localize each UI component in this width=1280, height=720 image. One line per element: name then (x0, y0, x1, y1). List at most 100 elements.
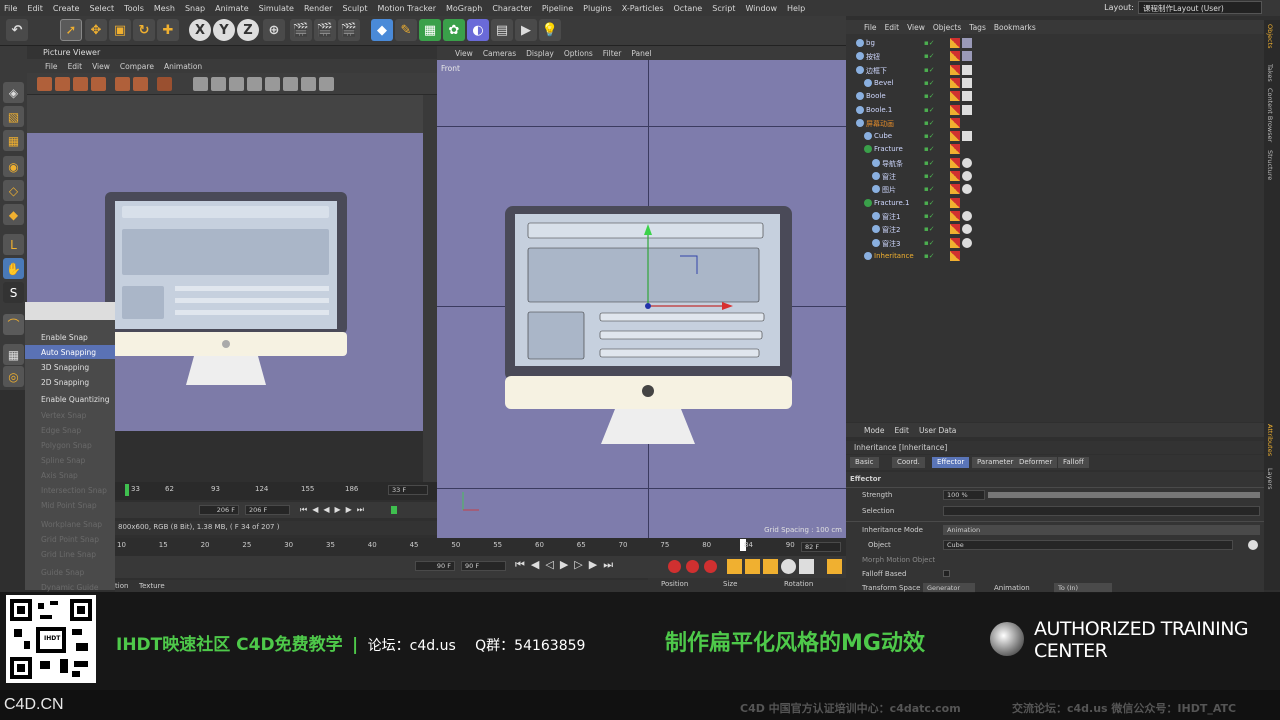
menu-item-file[interactable]: File (4, 4, 17, 13)
points-mode-icon[interactable]: ◉ (3, 156, 24, 177)
open-icon[interactable] (37, 77, 52, 91)
visibility-flags-icon[interactable]: ▪✓ (924, 172, 942, 181)
subdivision-icon[interactable]: ▦ (419, 19, 441, 41)
menu-item-mesh[interactable]: Mesh (154, 4, 175, 13)
texture-tag-icon[interactable] (950, 184, 960, 195)
texture-tag-icon[interactable] (950, 64, 960, 75)
object-link-field[interactable]: Cube (943, 540, 1233, 550)
texture-tag-icon[interactable] (950, 117, 960, 128)
viewport-menu-filter[interactable]: Filter (603, 49, 622, 58)
snap-option-enable-quantizing[interactable]: Enable Quantizing (25, 392, 115, 406)
visibility-flags-icon[interactable]: ▪✓ (924, 159, 942, 168)
object-row[interactable]: 窗注2 ▪✓ (846, 223, 1264, 236)
menu-item-mograph[interactable]: MoGraph (446, 4, 482, 13)
grid-icon[interactable] (229, 77, 244, 91)
deformer-icon[interactable]: ◐ (467, 19, 489, 41)
pv-menu-file[interactable]: File (45, 62, 58, 71)
snap-option-edge-snap[interactable]: Edge Snap (25, 423, 115, 437)
material-tag-icon[interactable] (962, 77, 972, 88)
om-menu-view[interactable]: View (907, 23, 925, 32)
menu-item-select[interactable]: Select (89, 4, 114, 13)
floor-icon[interactable]: ▤ (491, 19, 513, 41)
tweak-icon[interactable]: ✋ (3, 258, 24, 279)
object-row[interactable]: 窗注1 ▪✓ (846, 210, 1264, 223)
texture-tag-icon[interactable] (950, 131, 960, 142)
autokey-icon[interactable] (686, 560, 699, 573)
select-arrow-icon[interactable]: ➚ (60, 19, 82, 41)
object-row[interactable]: Cube ▪✓ (846, 130, 1264, 143)
red-channel-icon[interactable] (265, 77, 280, 91)
axis-x-button[interactable]: X (189, 19, 211, 41)
menu-item-octane[interactable]: Octane (674, 4, 703, 13)
snap-option-polygon-snap[interactable]: Polygon Snap (25, 438, 115, 452)
menu-item-simulate[interactable]: Simulate (259, 4, 294, 13)
menu-item-script[interactable]: Script (712, 4, 735, 13)
falloff-based-checkbox[interactable] (943, 570, 950, 577)
menu-item-x-particles[interactable]: X-Particles (622, 4, 664, 13)
pv-menu-edit[interactable]: Edit (68, 62, 83, 71)
axis-y-button[interactable]: Y (213, 19, 235, 41)
blue-channel-icon[interactable] (301, 77, 316, 91)
fit-icon[interactable] (193, 77, 208, 91)
edges-mode-icon[interactable]: ◇ (3, 180, 24, 201)
menu-item-edit[interactable]: Edit (27, 4, 43, 13)
snap-option-grid-line-snap[interactable]: Grid Line Snap (25, 547, 115, 561)
tab-objects[interactable]: Objects (1266, 24, 1274, 49)
tab-structure[interactable]: Structure (1266, 150, 1274, 180)
texture-tag-icon[interactable] (950, 51, 960, 62)
tab-content-browser[interactable]: Content Browser (1266, 88, 1274, 142)
menu-item-animate[interactable]: Animate (215, 4, 249, 13)
visibility-flags-icon[interactable]: ▪✓ (924, 185, 942, 194)
texture-tag-icon[interactable] (950, 157, 960, 168)
workplane-icon[interactable]: ▦ (3, 130, 24, 151)
attr-menu-edit[interactable]: Edit (894, 426, 909, 435)
menu-item-tools[interactable]: Tools (124, 4, 144, 13)
om-menu-file[interactable]: File (864, 23, 877, 32)
object-link-pick-icon[interactable] (1248, 540, 1258, 550)
object-row[interactable]: Fracture ▪✓ (846, 143, 1264, 156)
om-menu-bookmarks[interactable]: Bookmarks (994, 23, 1036, 32)
material-tag-icon[interactable] (962, 157, 972, 168)
tab-falloff[interactable]: Falloff (1058, 457, 1089, 468)
render-picture-icon[interactable]: 🎬 (314, 19, 336, 41)
tab-effector[interactable]: Effector (932, 457, 970, 468)
texture-tag-icon[interactable] (950, 171, 960, 181)
pv-current-frame[interactable]: 33 F (388, 485, 428, 495)
tab-basic[interactable]: Basic (850, 457, 879, 468)
material-tab-texture[interactable]: Texture (139, 582, 165, 590)
save-icon[interactable] (55, 77, 70, 91)
key-pla-icon[interactable] (799, 559, 814, 574)
inheritance-mode-select[interactable]: Animation (943, 525, 1260, 535)
snap-option-enable-snap[interactable]: Enable Snap (25, 330, 115, 344)
light-icon[interactable]: 💡 (539, 19, 561, 41)
om-menu-edit[interactable]: Edit (885, 23, 900, 32)
visibility-flags-icon[interactable]: ▪✓ (924, 239, 942, 248)
snap-icon[interactable]: ⌒ (3, 314, 24, 335)
timeline-menu-icon[interactable] (827, 559, 842, 574)
texture-tag-icon[interactable] (950, 144, 960, 155)
pv-menu-animation[interactable]: Animation (164, 62, 202, 71)
viewport-menu-cameras[interactable]: Cameras (483, 49, 516, 58)
object-row[interactable]: 边框下 ▪✓ (846, 64, 1264, 77)
menu-item-snap[interactable]: Snap (185, 4, 205, 13)
pv-menu-view[interactable]: View (92, 62, 110, 71)
snap-option-axis-snap[interactable]: Axis Snap (25, 468, 115, 482)
solo-icon[interactable]: S (3, 282, 24, 303)
front-viewport[interactable]: Front Grid Spacing : 100 cm (437, 60, 846, 538)
om-menu-tags[interactable]: Tags (969, 23, 986, 32)
visibility-flags-icon[interactable]: ▪✓ (924, 39, 942, 48)
object-row[interactable]: Boole.1 ▪✓ (846, 104, 1264, 117)
main-timeline[interactable]: 82 F 10 15 20 25 30 35 40 45 50 55 60 65 70 75 80 84 90 (115, 538, 846, 556)
texture-tag-icon[interactable] (950, 77, 960, 88)
visibility-flags-icon[interactable]: ▪✓ (924, 225, 942, 234)
transform-icon[interactable]: ✚ (157, 19, 179, 41)
compare-icon[interactable] (133, 77, 148, 91)
visibility-flags-icon[interactable]: ▪✓ (924, 52, 942, 61)
material-tag-icon[interactable] (962, 171, 972, 181)
snap-option-workplane-snap[interactable]: Workplane Snap (25, 517, 115, 531)
viewport-menu-display[interactable]: Display (526, 49, 554, 58)
camera-icon[interactable]: ▶ (515, 19, 537, 41)
end-frame-field[interactable]: 90 F (461, 561, 506, 571)
polygons-mode-icon[interactable]: ◆ (3, 204, 24, 225)
viewport-menu-options[interactable]: Options (564, 49, 593, 58)
